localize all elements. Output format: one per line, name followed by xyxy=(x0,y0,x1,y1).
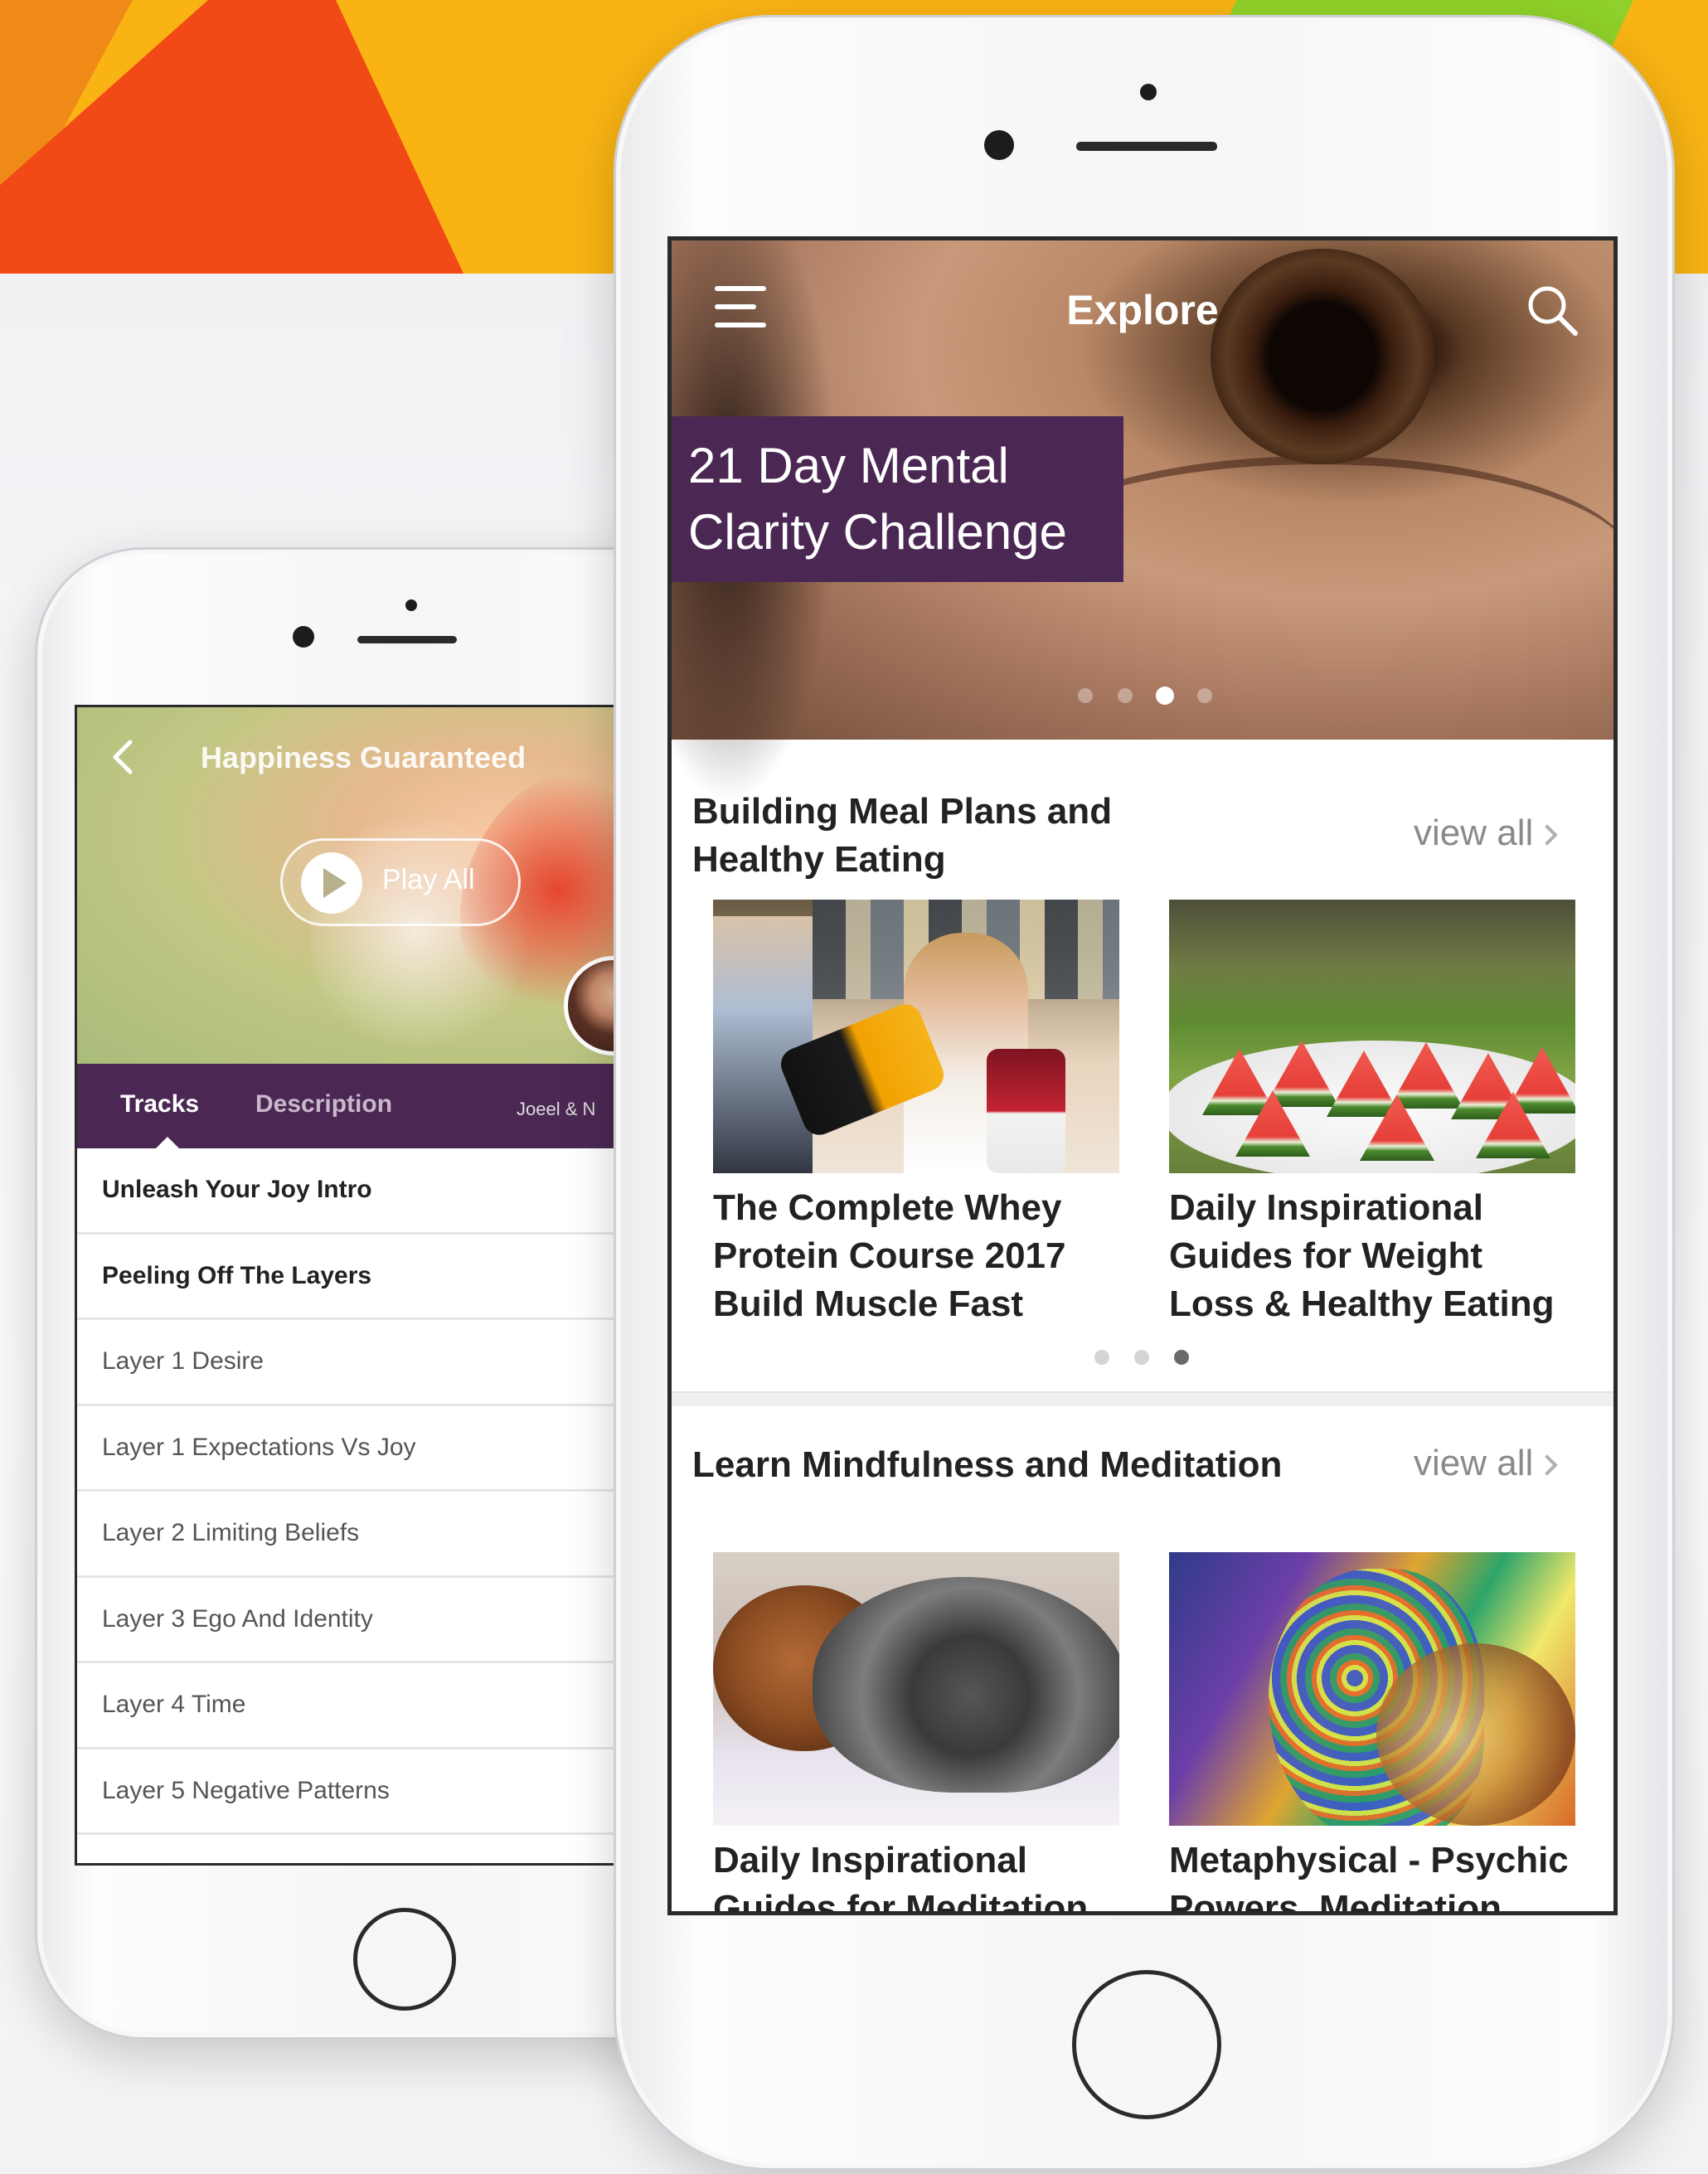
view-all-link[interactable]: view all xyxy=(1414,1443,1559,1484)
section-divider xyxy=(672,1391,1613,1406)
view-all-link[interactable]: view all xyxy=(1414,813,1559,854)
earpiece-speaker xyxy=(1076,142,1217,151)
course-card-title[interactable]: The Complete Whey Protein Course 2017 Bu… xyxy=(713,1184,1136,1328)
featured-title: 21 Day Mental Clarity Challenge xyxy=(688,438,1067,560)
view-all-label: view all xyxy=(1414,1443,1534,1483)
search-icon[interactable] xyxy=(1526,284,1579,337)
featured-banner[interactable]: 21 Day Mental Clarity Challenge xyxy=(672,416,1123,582)
section-title: Building Meal Plans and Healthy Eating xyxy=(692,791,1113,880)
tab-author[interactable]: Joeel & N xyxy=(517,1099,595,1120)
proximity-sensor xyxy=(405,599,417,611)
track-list: Unleash Your Joy Intro Peeling Off The L… xyxy=(77,1148,638,1835)
track-row[interactable]: Layer 5 Negative Patterns xyxy=(77,1749,638,1835)
img-face xyxy=(1376,1643,1575,1826)
page-dot-active[interactable] xyxy=(1156,687,1174,705)
course-card-image[interactable] xyxy=(1169,1552,1575,1826)
album-title: Happiness Guaranteed xyxy=(200,740,526,774)
page-title: Explore xyxy=(1066,287,1219,333)
front-camera xyxy=(293,626,314,648)
page-dot-active[interactable] xyxy=(1174,1350,1189,1365)
chevron-left-icon[interactable] xyxy=(109,739,137,775)
chevron-right-icon xyxy=(1536,1454,1559,1477)
img-person xyxy=(713,916,813,1173)
proximity-sensor xyxy=(1140,84,1157,100)
play-all-label: Play All xyxy=(382,864,475,895)
track-row[interactable]: Unleash Your Joy Intro xyxy=(77,1148,638,1235)
course-card-image[interactable] xyxy=(713,900,1119,1173)
course-card-title[interactable]: Daily Inspirational Guides for Weight Lo… xyxy=(1169,1184,1592,1328)
page-dot[interactable] xyxy=(1078,688,1093,703)
tab-description[interactable]: Description xyxy=(255,1090,392,1119)
home-button[interactable] xyxy=(1072,1970,1221,2119)
view-all-label: view all xyxy=(1414,813,1534,853)
back-screen-album: Happiness Guaranteed Play All Tracks Des… xyxy=(75,705,638,1866)
home-button[interactable] xyxy=(353,1908,456,2011)
track-row[interactable]: Layer 3 Ego And Identity xyxy=(77,1578,638,1663)
page-dot[interactable] xyxy=(1134,1350,1149,1365)
album-tab-bar: Tracks Description Joeel & N xyxy=(77,1064,638,1148)
img-dog xyxy=(813,1577,1119,1793)
course-card-image[interactable] xyxy=(713,1552,1119,1826)
hero-iris xyxy=(1211,249,1434,464)
course-card-title[interactable]: Metaphysical - Psychic Powers, Meditatio… xyxy=(1169,1837,1592,1911)
front-camera xyxy=(984,130,1014,160)
page-dot[interactable] xyxy=(1094,1350,1109,1365)
play-triangle xyxy=(323,868,347,898)
play-all-button[interactable]: Play All xyxy=(280,838,521,926)
page-dot[interactable] xyxy=(1197,688,1212,703)
track-row[interactable]: Layer 1 Expectations Vs Joy xyxy=(77,1406,638,1492)
track-row[interactable]: Peeling Off The Layers xyxy=(77,1235,638,1320)
track-row[interactable]: Layer 1 Desire xyxy=(77,1320,638,1406)
front-screen-explore: Explore 21 Day Mental Clarity Challenge … xyxy=(667,236,1618,1915)
active-tab-indicator xyxy=(156,1137,179,1148)
section-title: Learn Mindfulness and Meditation xyxy=(692,1444,1283,1485)
track-row[interactable]: Layer 4 Time xyxy=(77,1663,638,1749)
course-card-image[interactable] xyxy=(1169,900,1575,1173)
earpiece-speaker xyxy=(357,636,457,643)
track-row[interactable]: Layer 2 Limiting Beliefs xyxy=(77,1492,638,1578)
page-dot[interactable] xyxy=(1118,688,1133,703)
play-icon xyxy=(301,852,362,914)
course-card-title[interactable]: Daily Inspirational Guides for Meditatio… xyxy=(713,1837,1136,1911)
img-jar xyxy=(987,1049,1065,1173)
chevron-right-icon xyxy=(1536,824,1559,847)
tab-tracks[interactable]: Tracks xyxy=(120,1090,199,1119)
